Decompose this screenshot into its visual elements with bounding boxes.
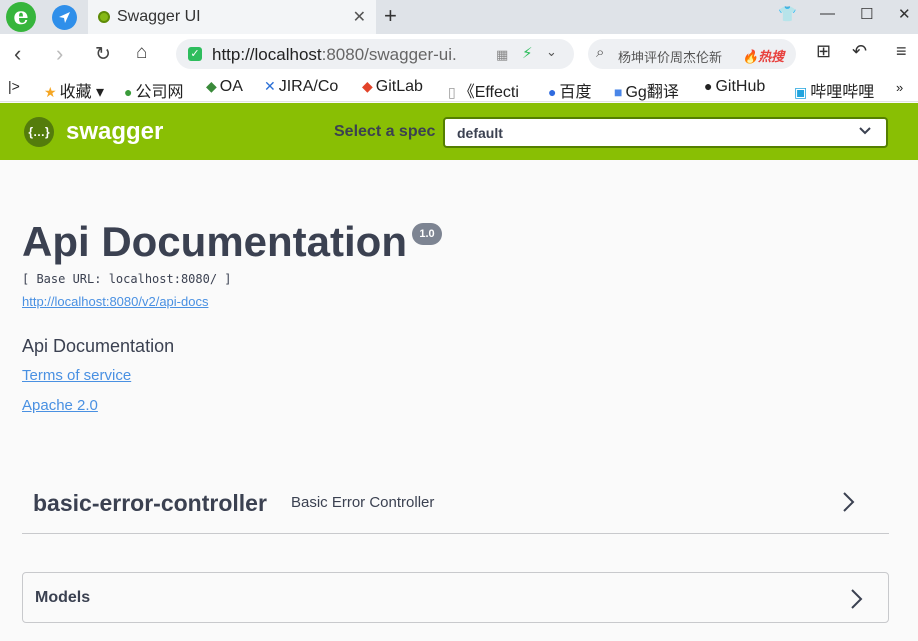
bookmark-translate[interactable]: ■ Gg翻译: [614, 78, 679, 102]
sidebar-toggle-icon[interactable]: |>: [8, 78, 20, 94]
browser-tab-strip: e Swagger UI ✕ + 👕 — ☐ ✕: [0, 0, 918, 34]
models-title: Models: [35, 589, 91, 606]
chevron-right-icon[interactable]: [839, 490, 859, 519]
swagger-logo-icon[interactable]: {…}: [24, 117, 54, 147]
tab-title: Swagger UI: [117, 8, 201, 25]
version-badge: 1.0: [412, 223, 442, 245]
tab-swagger-ui[interactable]: Swagger UI ✕: [88, 0, 376, 34]
chevron-down-icon[interactable]: ⌄: [546, 44, 557, 60]
api-description: Api Documentation: [22, 336, 175, 356]
minimize-icon[interactable]: —: [820, 5, 835, 22]
tag-name: basic-error-controller: [33, 490, 267, 516]
back-icon[interactable]: ‹: [14, 41, 21, 67]
maximize-icon[interactable]: ☐: [860, 5, 873, 23]
api-docs-link[interactable]: http://localhost:8080/v2/api-docs: [22, 294, 208, 309]
more-bookmarks-icon[interactable]: »: [896, 80, 903, 95]
chevron-down-icon: [858, 123, 872, 140]
address-row: ‹ › ↻ ⌂ ✓ http://localhost:8080/swagger-…: [0, 34, 918, 74]
undo-icon[interactable]: ↶: [852, 41, 867, 62]
chevron-right-icon[interactable]: [847, 587, 867, 616]
bookmark-bilibili[interactable]: ▣ 哔哩哔哩: [794, 78, 874, 102]
navigation-icon[interactable]: [52, 5, 77, 30]
shield-icon: ✓: [188, 47, 202, 61]
bolt-icon[interactable]: ⚡: [522, 44, 533, 62]
models-section[interactable]: Models: [22, 572, 889, 623]
bookmark-oa[interactable]: ◆ OA: [206, 78, 243, 96]
new-tab-button[interactable]: +: [384, 3, 397, 29]
hot-search-badge[interactable]: 🔥热搜: [742, 46, 784, 65]
bookmark-gitlab[interactable]: ◆ GitLab: [362, 78, 423, 96]
spec-select[interactable]: default: [443, 117, 888, 148]
bookmark-effective[interactable]: ▯ 《Effecti: [448, 78, 519, 102]
search-box[interactable]: ⌕ 杨坤评价周杰伦新 🔥热搜: [588, 39, 796, 69]
spec-selected-value: default: [457, 125, 503, 141]
bookmark-github[interactable]: ● GitHub: [704, 78, 765, 96]
home-icon[interactable]: ⌂: [136, 42, 147, 64]
tag-description: Basic Error Controller: [291, 494, 435, 511]
base-url: [ Base URL: localhost:8080/ ]: [22, 272, 232, 286]
search-icon: ⌕: [596, 44, 605, 61]
bookmark-company[interactable]: ● 公司网: [124, 78, 183, 102]
url-text[interactable]: http://localhost:8080/swagger-ui.: [212, 45, 457, 65]
spec-label: Select a spec: [334, 123, 436, 140]
qr-code-icon[interactable]: ▦: [496, 47, 508, 63]
close-tab-icon[interactable]: ✕: [353, 7, 366, 27]
forward-icon[interactable]: ›: [56, 41, 63, 67]
page-title: Api Documentation: [22, 218, 407, 265]
bookmarks-bar: |> ★ 收藏 ▾ ● 公司网 ◆ OA ✕ JIRA/Co ◆ GitLab ▯ 《Eff…: [0, 74, 918, 102]
close-window-icon[interactable]: ✕: [898, 5, 911, 23]
address-bar[interactable]: ✓ http://localhost:8080/swagger-ui. ▦ ⚡ …: [176, 39, 574, 69]
search-suggestion[interactable]: 杨坤评价周杰伦新: [618, 47, 728, 66]
tag-basic-error-controller[interactable]: basic-error-controller Basic Error Contr…: [22, 476, 889, 534]
swagger-brand[interactable]: swagger: [66, 118, 163, 146]
bookmark-jira[interactable]: ✕ JIRA/Co: [264, 78, 338, 96]
reload-icon[interactable]: ↻: [95, 43, 111, 66]
shirt-icon[interactable]: 👕: [778, 5, 797, 23]
swagger-favicon-icon: [98, 11, 110, 23]
terms-of-service-link[interactable]: Terms of service: [22, 367, 131, 384]
bookmark-favorites[interactable]: ★ 收藏 ▾: [44, 78, 104, 102]
swagger-topbar: {…} swagger Select a spec default: [0, 103, 918, 160]
menu-icon[interactable]: ≡: [896, 41, 907, 62]
bookmark-baidu[interactable]: ● 百度: [548, 78, 591, 102]
grid-icon[interactable]: ⊞: [816, 41, 831, 62]
license-link[interactable]: Apache 2.0: [22, 397, 98, 414]
browser-logo-icon[interactable]: e: [6, 2, 36, 32]
